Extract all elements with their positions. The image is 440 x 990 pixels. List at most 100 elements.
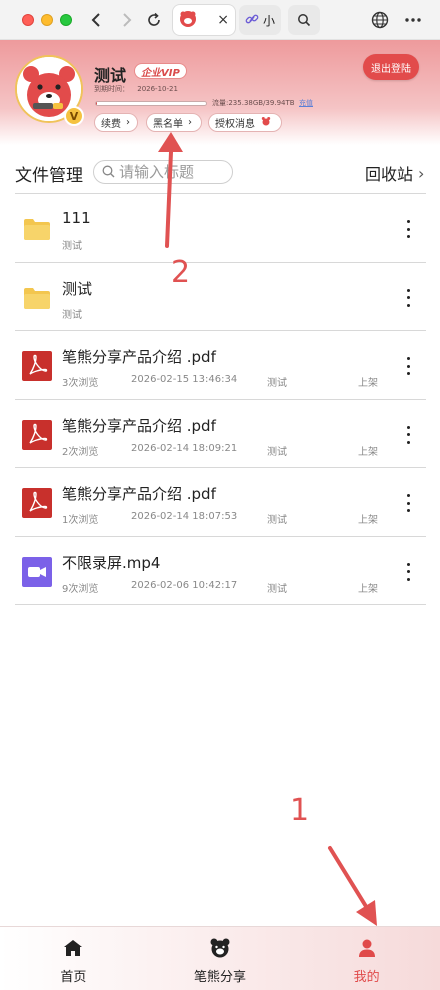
more-vertical-icon[interactable] — [400, 288, 416, 307]
chevron-right-icon: › — [418, 163, 425, 183]
bottom-tab-bar: 首页 笔熊分享 我的 — [0, 926, 440, 990]
blacklist-label: 黑名单 — [153, 119, 183, 130]
user-icon — [356, 937, 378, 959]
file-meta: 测试 — [62, 306, 82, 321]
more-vertical-icon[interactable] — [400, 562, 416, 581]
link-icon — [245, 12, 259, 29]
forward-icon[interactable] — [117, 8, 137, 32]
globe-icon[interactable] — [369, 8, 391, 32]
reload-icon[interactable] — [143, 8, 165, 32]
chevron-right-icon: › — [126, 117, 130, 128]
vip-badge: 企业VIP — [134, 63, 187, 79]
folder-icon — [22, 283, 52, 313]
file-status: 上架 — [358, 378, 378, 389]
logout-button[interactable]: 退出登陆 — [363, 54, 419, 80]
annotation-arrowhead-1 — [356, 900, 377, 926]
search-icon[interactable] — [288, 5, 320, 35]
bear-logo-icon — [179, 10, 197, 31]
renew-button[interactable]: 续费 › — [94, 113, 138, 132]
renew-label: 续费 — [101, 119, 121, 130]
file-name: 测试 — [62, 279, 93, 298]
quota-progress-bar — [95, 101, 207, 106]
file-name: 笔熊分享产品介绍 .pdf — [62, 348, 216, 366]
file-meta: 9次浏览 2026-02-06 10:42:17 测试 上架 — [62, 580, 378, 595]
browser-tab-inactive[interactable]: 小 — [239, 5, 281, 35]
username: 测试 — [94, 66, 127, 85]
minimize-window-button[interactable] — [41, 14, 53, 26]
file-name: 笔熊分享产品介绍 .pdf — [62, 416, 216, 435]
recharge-link[interactable]: 充值 — [299, 98, 313, 108]
search-icon — [102, 163, 115, 182]
file-row[interactable]: 笔熊分享产品介绍 .pdf 2次浏览 2026-02-14 18:09:21 测试 上架 — [15, 400, 426, 468]
browser-tab-active[interactable]: × — [173, 5, 235, 35]
file-row[interactable]: 笔熊分享产品介绍 .pdf 1次浏览 2026-02-14 18:07:53 测试 上架 — [15, 468, 426, 537]
vip-crown-badge: V — [64, 106, 84, 126]
tab-share-label: 笔熊分享 — [194, 970, 247, 985]
file-status: 上架 — [358, 446, 378, 458]
file-meta: 测试 — [62, 237, 82, 252]
file-owner: 测试 — [62, 309, 82, 321]
file-name: 笔熊分享产品介绍 .pdf — [62, 485, 216, 503]
file-row[interactable]: 笔熊分享产品介绍 .pdf 3次浏览 2026-02-15 13:46:34 测试 上架 — [15, 331, 426, 400]
file-meta: 1次浏览 2026-02-14 18:07:53 测试 上架 — [62, 511, 378, 526]
chevron-right-icon: › — [188, 117, 192, 128]
more-vertical-icon[interactable] — [400, 220, 416, 238]
file-status: 上架 — [358, 583, 378, 595]
file-meta: 2次浏览 2026-02-14 18:09:21 测试 上架 — [62, 443, 378, 458]
annotation-step-2: 2 — [171, 255, 191, 290]
file-list: 111 测试 测试 测试 笔熊分享产品介绍 .pdf 3次浏览 2026-02-15 13:… — [15, 193, 426, 605]
file-meta: 3次浏览 2026-02-15 13:46:34 测试 上架 — [62, 374, 378, 389]
file-views: 3次浏览 — [62, 378, 99, 389]
tab-title: 小 — [263, 13, 276, 28]
file-date: 2026-02-14 18:09:21 — [131, 442, 238, 454]
more-vertical-icon[interactable] — [400, 425, 416, 444]
file-row[interactable]: 111 测试 — [15, 194, 426, 263]
tab-home-label: 首页 — [60, 970, 87, 985]
file-views: 2次浏览 — [62, 446, 99, 458]
bear-icon — [209, 937, 231, 959]
file-date: 2026-02-15 13:46:34 — [131, 374, 238, 385]
file-owner: 测试 — [267, 515, 287, 526]
file-views: 9次浏览 — [62, 583, 99, 595]
back-icon[interactable] — [86, 8, 106, 32]
file-date: 2026-02-14 18:07:53 — [131, 511, 238, 522]
more-options-icon[interactable] — [402, 8, 424, 32]
tab-share[interactable]: 笔熊分享 — [147, 927, 294, 990]
expire-value: 2026-10-21 — [137, 85, 178, 93]
tab-mine[interactable]: 我的 — [293, 927, 440, 990]
folder-icon — [22, 214, 52, 244]
pdf-icon — [22, 419, 52, 450]
auth-message-label: 授权消息 — [215, 119, 255, 130]
file-row[interactable]: 不限录屏.mp4 9次浏览 2026-02-06 10:42:17 测试 上架 — [15, 537, 426, 605]
file-status: 上架 — [358, 515, 378, 526]
recycle-bin-link[interactable]: 回收站 › — [365, 161, 424, 185]
quota-progress-fill — [96, 102, 97, 105]
expire-date: 到期时间： 2026-10-21 — [94, 84, 178, 94]
tab-home[interactable]: 首页 — [0, 927, 147, 990]
more-vertical-icon[interactable] — [400, 357, 416, 375]
file-search-box[interactable] — [93, 160, 233, 184]
close-tab-icon[interactable]: × — [217, 12, 229, 28]
close-window-button[interactable] — [22, 14, 34, 26]
auth-message-button[interactable]: 授权消息 — [208, 113, 282, 132]
file-name: 111 — [62, 209, 91, 227]
file-name: 不限录屏.mp4 — [62, 553, 161, 572]
more-vertical-icon[interactable] — [400, 494, 416, 512]
blacklist-button[interactable]: 黑名单 › — [146, 113, 202, 132]
pdf-icon — [22, 488, 52, 518]
home-icon — [62, 937, 84, 959]
search-input[interactable] — [119, 163, 229, 181]
tab-mine-label: 我的 — [353, 970, 380, 985]
video-icon — [22, 556, 52, 587]
maximize-window-button[interactable] — [60, 14, 72, 26]
file-manager-title: 文件管理 — [15, 166, 83, 186]
file-owner: 测试 — [62, 241, 82, 252]
profile-header: V 测试 企业VIP 到期时间： 2026-10-21 流量:235.38GB/… — [0, 40, 440, 145]
file-views: 1次浏览 — [62, 515, 99, 526]
annotation-step-1: 1 — [290, 793, 310, 828]
bear-mini-icon — [261, 116, 271, 129]
file-date: 2026-02-06 10:42:17 — [131, 579, 238, 591]
browser-toolbar: × 小 — [0, 0, 440, 40]
file-row[interactable]: 测试 测试 — [15, 263, 426, 331]
expire-label: 到期时间： — [94, 85, 129, 93]
